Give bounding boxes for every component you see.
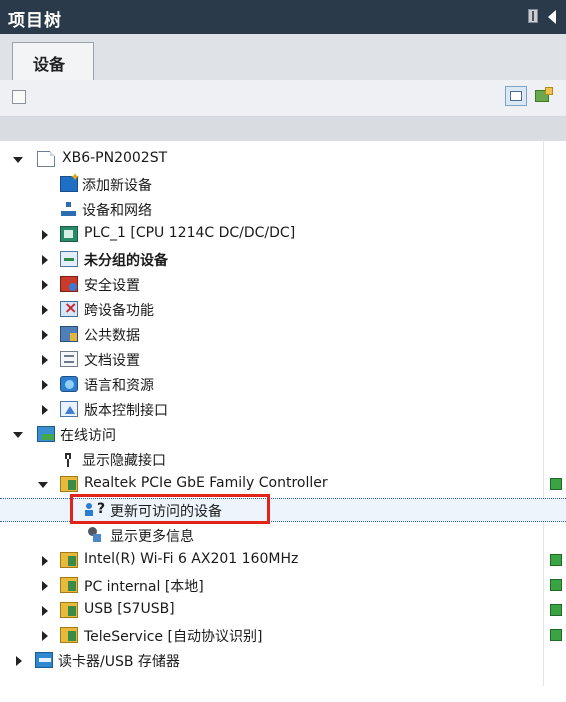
tree-label-root: XB6-PN2002ST — [62, 150, 168, 166]
tree-row-add-device[interactable]: 添加新设备 — [0, 170, 566, 196]
security-icon — [60, 276, 78, 292]
overview-view-icon[interactable] — [505, 86, 527, 106]
tree-row-ungrouped[interactable]: 未分组的设备 — [0, 247, 566, 271]
tree-row-card-reader[interactable]: 读卡器/USB 存储器 — [0, 648, 566, 672]
tree-label: 版本控制接口 — [84, 403, 168, 419]
plug-icon — [60, 451, 78, 467]
online-access-icon — [37, 426, 55, 442]
tree-label: 添加新设备 — [82, 178, 152, 194]
tree-label: 在线访问 — [60, 428, 116, 444]
expand-toggle-icon[interactable] — [42, 355, 48, 365]
expand-toggle-icon[interactable] — [42, 631, 48, 641]
expand-toggle-icon[interactable] — [42, 280, 48, 290]
tree-row-root[interactable]: XB6-PN2002ST — [0, 147, 566, 171]
adapter-folder-icon — [60, 476, 78, 492]
tree-label: 跨设备功能 — [84, 303, 154, 319]
tree-label: 显示隐藏接口 — [82, 453, 166, 469]
status-green-icon — [550, 554, 562, 566]
expand-toggle-icon[interactable] — [42, 255, 48, 265]
adapter-folder-icon — [60, 577, 78, 593]
tree-row-show-hidden[interactable]: 显示隐藏接口 — [0, 447, 566, 471]
tree-label: 文档设置 — [84, 353, 140, 369]
tree-label: USB [S7USB] — [84, 601, 175, 617]
tree-row-common-data[interactable]: 公共数据 — [0, 322, 566, 346]
tree-label: 安全设置 — [84, 278, 140, 294]
expand-toggle-icon[interactable] — [42, 330, 48, 340]
toolbar — [0, 80, 566, 117]
adapter-folder-icon — [60, 552, 78, 568]
expand-toggle-icon[interactable] — [42, 556, 48, 566]
tree-row-online-access[interactable]: 在线访问 — [0, 422, 566, 446]
tree-row-teleservice[interactable]: TeleService [自动协议识别] — [0, 623, 566, 647]
status-green-icon — [550, 629, 562, 641]
expand-toggle-icon[interactable] — [42, 606, 48, 616]
plc-icon — [60, 226, 78, 242]
collapse-arrow-icon[interactable] — [548, 10, 556, 24]
tree-row-pc-internal[interactable]: PC internal [本地] — [0, 573, 566, 597]
tree-row-languages[interactable]: 语言和资源 — [0, 372, 566, 396]
expand-toggle-icon[interactable] — [42, 405, 48, 415]
tree-label: 公共数据 — [84, 328, 140, 344]
tree-row-devices-networks[interactable]: 设备和网络 — [0, 197, 566, 221]
tree-label: 显示更多信息 — [110, 529, 194, 545]
expand-toggle-icon[interactable] — [38, 482, 48, 488]
expand-toggle-icon[interactable] — [13, 432, 23, 438]
tree-row-realtek[interactable]: Realtek PCIe GbE Family Controller — [0, 472, 566, 496]
project-tree-panel: 项目树 设备 XB6-PN2002ST 添加新设备 设备和网络 PLC_1 [C… — [0, 0, 566, 702]
expand-toggle-icon[interactable] — [16, 656, 22, 666]
tree-row-more-info[interactable]: 显示更多信息 — [0, 523, 566, 547]
expand-toggle-icon[interactable] — [42, 230, 48, 240]
title-bar: 项目树 — [0, 0, 566, 34]
tree-row-version-control[interactable]: 版本控制接口 — [0, 397, 566, 421]
tree-row-intel[interactable]: Intel(R) Wi-Fi 6 AX201 160MHz — [0, 548, 566, 572]
document-settings-icon — [60, 351, 78, 367]
tree-label: 设备和网络 — [82, 203, 152, 219]
expand-toggle-icon[interactable] — [42, 581, 48, 591]
tab-strip: 设备 — [0, 34, 566, 81]
tree-label: PLC_1 [CPU 1214C DC/DC/DC] — [84, 225, 296, 241]
adapter-folder-icon — [60, 627, 78, 643]
ungrouped-devices-icon — [60, 251, 78, 267]
tree-label: 读卡器/USB 存储器 — [58, 654, 180, 670]
open-device-view-icon[interactable] — [533, 86, 555, 106]
tree-label: TeleService [自动协议识别] — [84, 629, 263, 645]
common-data-icon — [60, 326, 78, 342]
tree-row-cross-device[interactable]: 跨设备功能 — [0, 297, 566, 321]
adapter-folder-icon — [60, 602, 78, 618]
status-green-icon — [550, 478, 562, 490]
tree-row-doc-settings[interactable]: 文档设置 — [0, 347, 566, 371]
status-green-icon — [550, 604, 562, 616]
tree-row-plc[interactable]: PLC_1 [CPU 1214C DC/DC/DC] — [0, 222, 566, 246]
card-reader-icon — [35, 652, 53, 668]
tree-label: 未分组的设备 — [84, 253, 168, 269]
network-icon — [60, 201, 78, 217]
add-device-icon — [60, 170, 80, 192]
project-icon — [37, 151, 55, 167]
tree-label: 语言和资源 — [84, 378, 154, 394]
cross-device-icon — [60, 298, 78, 317]
languages-icon — [60, 376, 78, 392]
tab-devices[interactable]: 设备 — [12, 42, 94, 80]
tree-header-band — [0, 117, 566, 141]
tree-label: Intel(R) Wi-Fi 6 AX201 160MHz — [84, 551, 299, 567]
expand-toggle-icon[interactable] — [42, 305, 48, 315]
expand-toggle-icon[interactable] — [42, 380, 48, 390]
highlight-annotation-box — [70, 494, 270, 524]
minimize-panel-icon[interactable] — [528, 9, 538, 23]
tree-label: Realtek PCIe GbE Family Controller — [84, 475, 328, 491]
expand-toggle-icon[interactable] — [13, 157, 23, 163]
version-control-icon — [60, 401, 78, 417]
properties-icon[interactable] — [12, 90, 26, 104]
more-info-icon — [84, 527, 102, 543]
tree-row-usb[interactable]: USB [S7USB] — [0, 598, 566, 622]
status-green-icon — [550, 579, 562, 591]
tree-row-security[interactable]: 安全设置 — [0, 272, 566, 296]
window-title: 项目树 — [8, 11, 62, 31]
tree-label: PC internal [本地] — [84, 579, 204, 595]
